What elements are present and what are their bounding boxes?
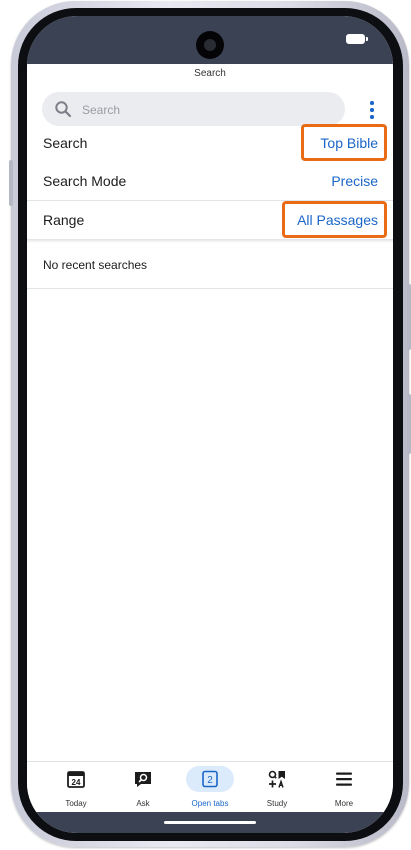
tab-label-study: Study (266, 799, 288, 808)
highlight-box-top-bible (301, 124, 387, 161)
search-bar[interactable] (42, 92, 345, 128)
tabs-icon: 2 (202, 770, 218, 788)
search-mode-link[interactable]: Precise (331, 173, 378, 189)
page-title: Search (194, 68, 226, 79)
setting-row-search-mode[interactable]: Search Mode Precise (27, 162, 393, 200)
bottom-tab-bar: 24 Today Ask 2 Open tabs Study More (27, 761, 393, 813)
calendar-icon: 24 (67, 771, 85, 788)
front-camera (196, 31, 224, 59)
tab-today[interactable]: 24 Today (46, 762, 106, 813)
setting-label-search-mode: Search Mode (43, 173, 127, 189)
volume-down-button (9, 160, 13, 206)
power-button (407, 284, 411, 350)
tab-open-tabs[interactable]: 2 Open tabs (180, 762, 240, 813)
screen: Search Search Top Bible Search Mode Prec… (27, 16, 393, 833)
highlight-box-all-passages (282, 201, 387, 238)
search-input[interactable] (80, 92, 334, 128)
section-divider (27, 239, 393, 243)
status-bar (27, 16, 393, 64)
tab-label-today: Today (65, 799, 87, 808)
battery-icon (346, 34, 368, 44)
ask-search-icon (135, 772, 151, 787)
tab-study[interactable]: Study (247, 762, 307, 813)
open-tabs-count-text: 2 (207, 775, 213, 786)
tab-label-open-tabs: Open tabs (191, 799, 229, 808)
more-options-icon[interactable] (363, 99, 381, 121)
calendar-day-text: 24 (72, 778, 81, 787)
tab-more[interactable]: More (314, 762, 374, 813)
tab-label-more: More (334, 799, 354, 808)
setting-label-range: Range (43, 212, 85, 228)
volume-up-button (407, 394, 411, 454)
search-icon (55, 101, 72, 118)
tab-ask[interactable]: Ask (113, 762, 173, 813)
tab-label-ask: Ask (136, 799, 150, 808)
recent-searches-empty: No recent searches (43, 258, 148, 272)
study-icon (268, 770, 285, 788)
menu-icon (336, 772, 352, 786)
home-indicator[interactable] (164, 821, 256, 824)
row-divider (27, 288, 393, 289)
setting-label-search: Search (43, 135, 88, 151)
